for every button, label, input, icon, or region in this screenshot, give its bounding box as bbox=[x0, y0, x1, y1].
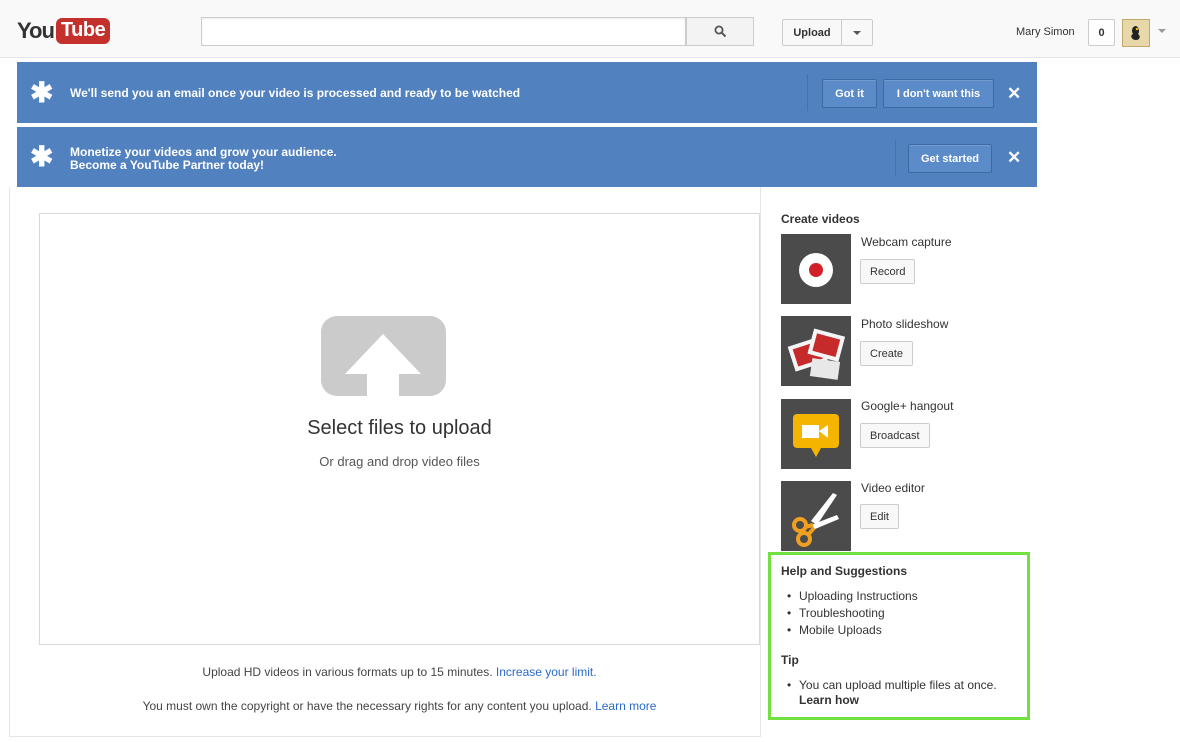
help-link-uploading-instructions[interactable]: Uploading Instructions bbox=[787, 588, 918, 605]
avatar[interactable] bbox=[1122, 19, 1150, 47]
tip-heading: Tip bbox=[781, 653, 799, 667]
learn-more-link[interactable]: Learn more bbox=[595, 699, 656, 713]
close-icon[interactable]: ✕ bbox=[1007, 85, 1021, 102]
help-links: Uploading Instructions Troubleshooting M… bbox=[787, 588, 918, 639]
star-icon: ✱ bbox=[30, 76, 54, 108]
got-it-button[interactable]: Got it bbox=[822, 79, 877, 108]
notification-count[interactable]: 0 bbox=[1088, 19, 1115, 46]
user-name[interactable]: Mary Simon bbox=[1016, 26, 1075, 38]
logo-tube-text: Tube bbox=[55, 18, 111, 44]
upload-arrow-icon[interactable] bbox=[321, 316, 446, 396]
partner-banner: ✱ Monetize your videos and grow your aud… bbox=[17, 127, 1037, 187]
email-notice-banner: ✱ We'll send you an email once your vide… bbox=[17, 62, 1037, 123]
drag-drop-hint: Or drag and drop video files bbox=[319, 454, 480, 469]
close-icon[interactable]: ✕ bbox=[1007, 149, 1021, 166]
editor-label: Video editor bbox=[861, 481, 925, 495]
upload-button[interactable]: Upload bbox=[782, 19, 842, 46]
slideshow-label: Photo slideshow bbox=[861, 317, 949, 331]
scissors-icon bbox=[792, 493, 839, 547]
top-header: You Tube Upload Mary Simon 0 bbox=[0, 0, 1180, 58]
star-icon: ✱ bbox=[30, 141, 54, 172]
divider bbox=[895, 139, 896, 176]
banner-message: We'll send you an email once your video … bbox=[70, 87, 520, 100]
help-link-mobile-uploads[interactable]: Mobile Uploads bbox=[787, 622, 918, 639]
editor-tile[interactable] bbox=[781, 481, 851, 551]
hangout-icon bbox=[793, 414, 839, 457]
create-videos-heading: Create videos bbox=[781, 212, 860, 226]
search-button[interactable] bbox=[686, 17, 754, 46]
hangout-label: Google+ hangout bbox=[861, 399, 954, 413]
divider bbox=[807, 74, 808, 111]
edit-button[interactable]: Edit bbox=[860, 504, 899, 529]
record-button[interactable]: Record bbox=[860, 259, 916, 284]
select-files-heading[interactable]: Select files to upload bbox=[40, 417, 759, 440]
copyright-text: You must own the copyright or have the n… bbox=[142, 699, 592, 713]
hangout-tile[interactable] bbox=[781, 399, 851, 469]
create-button[interactable]: Create bbox=[860, 341, 914, 366]
webcam-tile[interactable] bbox=[781, 234, 851, 304]
account-menu-caret[interactable] bbox=[1158, 29, 1166, 33]
photos-icon bbox=[787, 328, 846, 380]
chevron-down-icon bbox=[1158, 29, 1166, 33]
webcam-label: Webcam capture bbox=[861, 235, 952, 249]
record-icon bbox=[799, 253, 833, 287]
upload-menu-button[interactable] bbox=[841, 19, 873, 46]
chevron-down-icon bbox=[853, 30, 861, 35]
tip-text: • You can upload multiple files at once. bbox=[787, 678, 997, 692]
banner-message-line: We'll send you an email once your video … bbox=[70, 86, 521, 100]
tip-message: You can upload multiple files at once. bbox=[799, 678, 997, 692]
youtube-logo[interactable]: You Tube bbox=[17, 17, 111, 45]
dont-want-button[interactable]: I don't want this bbox=[883, 79, 994, 108]
hd-limit-text: Upload HD videos in various formats up t… bbox=[202, 665, 493, 679]
learn-how-link[interactable]: Learn how bbox=[799, 693, 859, 707]
logo-you-text: You bbox=[17, 18, 55, 43]
increase-limit-link[interactable]: Increase your limit. bbox=[496, 665, 597, 679]
copyright-note: You must own the copyright or have the n… bbox=[39, 699, 760, 713]
avatar-image-icon bbox=[1131, 26, 1140, 40]
hd-limit-note: Upload HD videos in various formats up t… bbox=[39, 665, 760, 679]
help-link-troubleshooting[interactable]: Troubleshooting bbox=[787, 605, 918, 622]
search-input[interactable] bbox=[201, 17, 686, 46]
banner-message-line: Become a YouTube Partner today! bbox=[70, 158, 265, 172]
slideshow-tile[interactable] bbox=[781, 316, 851, 386]
broadcast-button[interactable]: Broadcast bbox=[860, 423, 930, 448]
banner-message: Monetize your videos and grow your audie… bbox=[70, 146, 337, 172]
help-heading: Help and Suggestions bbox=[781, 564, 908, 578]
get-started-button[interactable]: Get started bbox=[908, 144, 992, 173]
search-icon bbox=[714, 25, 726, 38]
